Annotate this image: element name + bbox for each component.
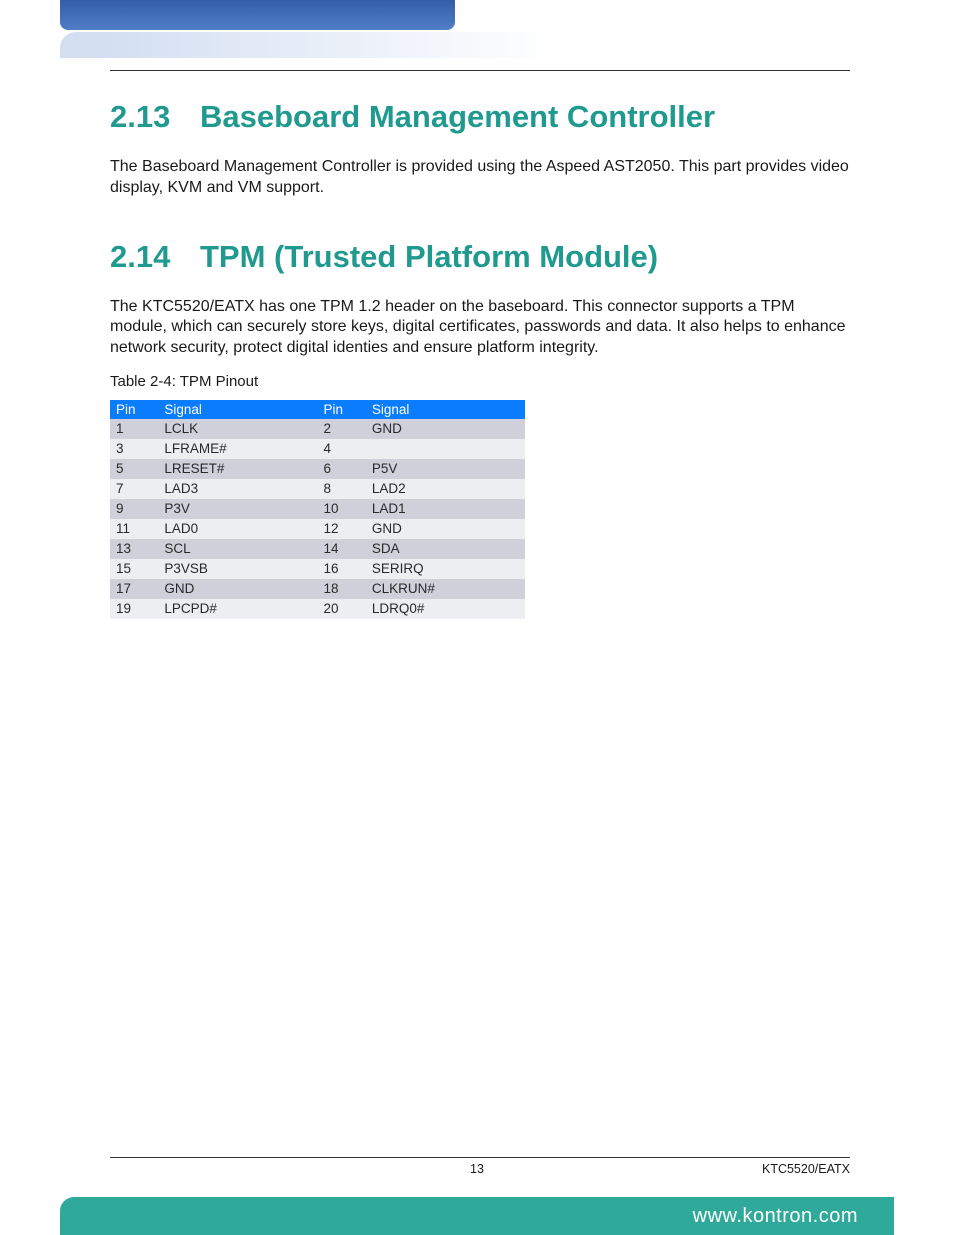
table-row: 1LCLK2GND bbox=[110, 419, 525, 439]
section-body-2-13: The Baseboard Management Controller is p… bbox=[110, 157, 850, 199]
section-heading-2-14: 2.14 TPM (Trusted Platform Module) bbox=[110, 239, 850, 275]
table-cell: 17 bbox=[110, 579, 158, 599]
header-accent-bar bbox=[60, 0, 455, 30]
table-row: 15P3VSB16SERIRQ bbox=[110, 559, 525, 579]
table-cell: 8 bbox=[317, 479, 365, 499]
table-row: 9P3V10LAD1 bbox=[110, 499, 525, 519]
table-cell: 10 bbox=[317, 499, 365, 519]
table-cell: LAD0 bbox=[158, 519, 317, 539]
table-row: 11LAD012GND bbox=[110, 519, 525, 539]
footer-url: www.kontron.com bbox=[693, 1205, 858, 1228]
table-header-row: Pin Signal Pin Signal bbox=[110, 400, 525, 419]
table-cell: 1 bbox=[110, 419, 158, 439]
table-row: 13SCL14SDA bbox=[110, 539, 525, 559]
table-cell: 12 bbox=[317, 519, 365, 539]
table-row: 17GND18CLKRUN# bbox=[110, 579, 525, 599]
table-cell: 2 bbox=[317, 419, 365, 439]
table-cell: 9 bbox=[110, 499, 158, 519]
table-cell: GND bbox=[158, 579, 317, 599]
table-caption: Table 2-4: TPM Pinout bbox=[110, 373, 850, 390]
table-cell: 3 bbox=[110, 439, 158, 459]
table-cell: 7 bbox=[110, 479, 158, 499]
section-number: 2.14 bbox=[110, 239, 174, 275]
table-cell: GND bbox=[366, 419, 525, 439]
header-corner-gradient bbox=[60, 32, 890, 58]
table-row: 19LPCPD#20LDRQ0# bbox=[110, 599, 525, 619]
table-row: 5LRESET#6P5V bbox=[110, 459, 525, 479]
table-cell: GND bbox=[366, 519, 525, 539]
table-cell: LDRQ0# bbox=[366, 599, 525, 619]
table-cell: 14 bbox=[317, 539, 365, 559]
top-divider bbox=[110, 70, 850, 71]
th-pin-b: Pin bbox=[317, 400, 365, 419]
table-cell: LAD2 bbox=[366, 479, 525, 499]
table-cell: P3VSB bbox=[158, 559, 317, 579]
table-cell bbox=[366, 439, 525, 459]
table-cell: SDA bbox=[366, 539, 525, 559]
table-cell: 11 bbox=[110, 519, 158, 539]
section-title: Baseboard Management Controller bbox=[200, 99, 715, 135]
document-id: KTC5520/EATX bbox=[762, 1162, 850, 1176]
table-cell: 6 bbox=[317, 459, 365, 479]
table-cell: LAD3 bbox=[158, 479, 317, 499]
table-cell: 15 bbox=[110, 559, 158, 579]
footer-divider bbox=[110, 1157, 850, 1158]
tpm-pinout-table: Pin Signal Pin Signal 1LCLK2GND3LFRAME#4… bbox=[110, 400, 525, 619]
section-number: 2.13 bbox=[110, 99, 174, 135]
table-cell: 5 bbox=[110, 459, 158, 479]
table-cell: P5V bbox=[366, 459, 525, 479]
table-cell: LAD1 bbox=[366, 499, 525, 519]
table-row: 7LAD38LAD2 bbox=[110, 479, 525, 499]
table-cell: CLKRUN# bbox=[366, 579, 525, 599]
table-cell: SERIRQ bbox=[366, 559, 525, 579]
table-cell: LCLK bbox=[158, 419, 317, 439]
table-cell: 16 bbox=[317, 559, 365, 579]
th-pin-a: Pin bbox=[110, 400, 158, 419]
th-signal-b: Signal bbox=[366, 400, 525, 419]
section-heading-2-13: 2.13 Baseboard Management Controller bbox=[110, 99, 850, 135]
table-row: 3LFRAME#4 bbox=[110, 439, 525, 459]
table-cell: LFRAME# bbox=[158, 439, 317, 459]
section-title: TPM (Trusted Platform Module) bbox=[200, 239, 658, 275]
table-cell: 13 bbox=[110, 539, 158, 559]
footer-bar: www.kontron.com bbox=[60, 1197, 894, 1235]
table-cell: 4 bbox=[317, 439, 365, 459]
table-cell: 18 bbox=[317, 579, 365, 599]
section-body-2-14: The KTC5520/EATX has one TPM 1.2 header … bbox=[110, 297, 850, 359]
table-cell: 20 bbox=[317, 599, 365, 619]
table-cell: SCL bbox=[158, 539, 317, 559]
table-cell: LPCPD# bbox=[158, 599, 317, 619]
table-cell: LRESET# bbox=[158, 459, 317, 479]
table-cell: 19 bbox=[110, 599, 158, 619]
table-cell: P3V bbox=[158, 499, 317, 519]
th-signal-a: Signal bbox=[158, 400, 317, 419]
page-content: 2.13 Baseboard Management Controller The… bbox=[110, 70, 850, 619]
